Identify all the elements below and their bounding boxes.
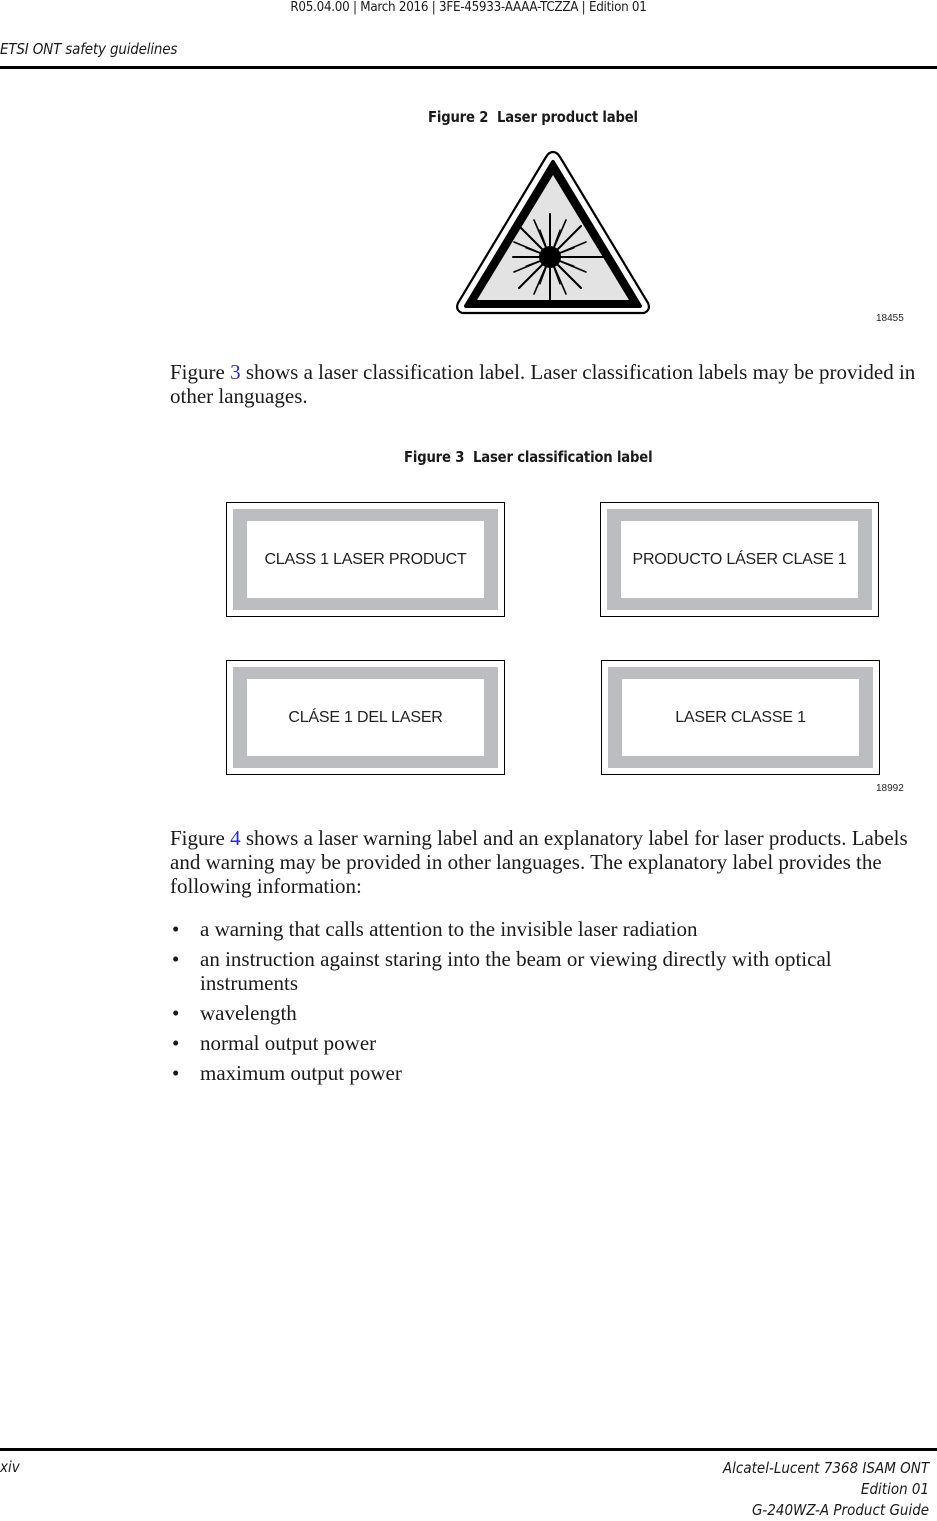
section-running-head: ETSI ONT safety guidelines [0, 40, 178, 58]
label-text: LASER CLASSE 1 [622, 679, 859, 756]
figure-2-number: Figure 2 [428, 108, 489, 126]
list-item-text: an instruction against staring into the … [200, 947, 832, 995]
list-item: • maximum output power [170, 1061, 910, 1085]
footer-guide: G-240WZ-A Product Guide [751, 1501, 929, 1519]
footer-product-info: Alcatel-Lucent 7368 ISAM ONT Edition 01 … [723, 1458, 929, 1521]
laser-class-label-english: CLASS 1 LASER PRODUCT [226, 502, 505, 617]
page-number: xiv [0, 1458, 20, 1476]
figure-3-link[interactable]: 3 [230, 360, 241, 384]
paragraph-text: shows a laser warning label and an expla… [170, 826, 908, 898]
list-item: • a warning that calls attention to the i… [170, 917, 910, 941]
figure-2-graphic-id: 18455 [876, 313, 904, 324]
laser-class-label-spanish-alt: CLÁSE 1 DEL LASER [226, 660, 505, 775]
paragraph-text: Figure [170, 826, 231, 850]
footer-edition: Edition 01 [860, 1480, 929, 1498]
figure-2-caption: Figure 2 Laser product label [428, 108, 638, 126]
paragraph-text: Figure [170, 360, 231, 384]
list-item-text: normal output power [200, 1031, 377, 1055]
paragraph-figure-4-intro: Figure 4 shows a laser warning label and… [170, 826, 920, 898]
list-item: • an instruction against staring into the… [170, 947, 910, 995]
list-item-text: maximum output power [200, 1061, 402, 1085]
label-text: CLASS 1 LASER PRODUCT [247, 521, 484, 598]
figure-3-graphic-id: 18992 [876, 783, 904, 794]
laser-class-label-french: LASER CLASSE 1 [601, 660, 880, 775]
laser-class-label-spanish: PRODUCTO LÁSER CLASE 1 [600, 502, 879, 617]
bullet-icon: • [172, 947, 180, 971]
figure-3-number: Figure 3 [404, 448, 465, 466]
bullet-icon: • [172, 917, 180, 941]
information-list: • a warning that calls attention to the i… [170, 917, 910, 1091]
paragraph-figure-3-intro: Figure 3 shows a laser classification la… [170, 360, 920, 408]
bullet-icon: • [172, 1001, 180, 1025]
footer-rule [0, 1448, 937, 1451]
label-text: PRODUCTO LÁSER CLASE 1 [621, 521, 858, 598]
bullet-icon: • [172, 1031, 180, 1055]
header-rule [0, 66, 937, 69]
footer-product: Alcatel-Lucent 7368 ISAM ONT [722, 1459, 929, 1477]
figure-4-link[interactable]: 4 [230, 826, 241, 850]
figure-3-caption: Figure 3 Laser classification label [404, 448, 653, 466]
bullet-icon: • [172, 1061, 180, 1085]
figure-2-title: Laser product label [497, 108, 638, 126]
paragraph-text: shows a laser classification label. Lase… [170, 360, 916, 408]
list-item: • wavelength [170, 1001, 910, 1025]
document-meta-header: R05.04.00 | March 2016 | 3FE-45933-AAAA-… [290, 0, 647, 15]
label-text: CLÁSE 1 DEL LASER [247, 679, 484, 756]
list-item: • normal output power [170, 1031, 910, 1055]
figure-3-title: Laser classification label [473, 448, 653, 466]
list-item-text: wavelength [200, 1001, 297, 1025]
list-item-text: a warning that calls attention to the in… [200, 917, 698, 941]
laser-warning-icon [456, 150, 650, 315]
